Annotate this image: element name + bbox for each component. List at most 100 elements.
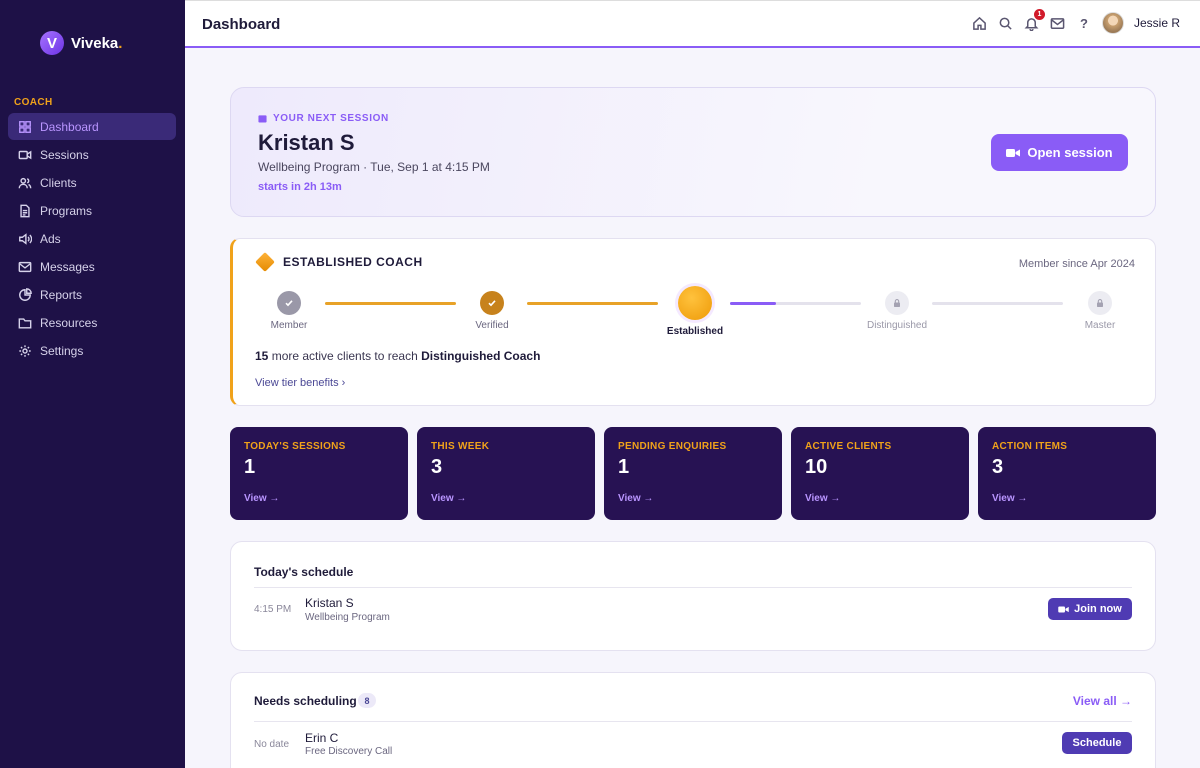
sidebar-item-resources[interactable]: Resources bbox=[8, 309, 176, 336]
top-bar-actions: 1 ? Jessie R bbox=[972, 9, 1180, 34]
row-time: 4:15 PM bbox=[254, 604, 292, 615]
row-program: Free Discovery Call bbox=[305, 746, 393, 757]
next-session-countdown: starts in 2h 13m bbox=[258, 181, 342, 193]
schedule-button[interactable]: Schedule bbox=[1062, 732, 1132, 754]
stat-view-link[interactable]: View → bbox=[992, 493, 1027, 504]
tier-progress-track: Member Verified Established Distinguishe… bbox=[255, 283, 1135, 343]
stat-card-todays-sessions[interactable]: TODAY'S SESSIONS 1 View → bbox=[230, 427, 408, 520]
tier-progress-fill bbox=[730, 302, 776, 305]
stat-card-this-week[interactable]: THIS WEEK 3 View → bbox=[417, 427, 595, 520]
next-session-client: Kristan S bbox=[258, 130, 355, 155]
row-program: Wellbeing Program bbox=[305, 612, 390, 623]
card-title: Today's schedule bbox=[254, 565, 354, 579]
next-session-card: YOUR NEXT SESSION Kristan S Wellbeing Pr… bbox=[230, 87, 1156, 217]
lock-icon bbox=[885, 291, 909, 315]
sidebar-item-settings[interactable]: Settings bbox=[8, 337, 176, 364]
users-icon bbox=[18, 176, 32, 190]
sidebar-item-ads[interactable]: Ads bbox=[8, 225, 176, 252]
sidebar-item-clients[interactable]: Clients bbox=[8, 169, 176, 196]
check-icon bbox=[277, 291, 301, 315]
calendar-icon bbox=[258, 115, 267, 123]
coach-tier-card: ESTABLISHED COACH Member since Apr 2024 … bbox=[230, 238, 1156, 406]
stat-card-action-items[interactable]: ACTION ITEMS 3 View → bbox=[978, 427, 1156, 520]
row-client-name: Kristan S bbox=[305, 596, 354, 610]
user-name[interactable]: Jessie R bbox=[1134, 16, 1180, 30]
stat-view-link[interactable]: View → bbox=[244, 493, 279, 504]
top-bar: Dashboard 1 ? Jessie R bbox=[185, 0, 1200, 48]
sidebar-item-sessions[interactable]: Sessions bbox=[8, 141, 176, 168]
brand-name: Viveka. bbox=[71, 34, 123, 52]
home-icon[interactable] bbox=[972, 15, 988, 31]
sidebar-item-label: Ads bbox=[40, 231, 61, 246]
tier-step-established: Established bbox=[655, 283, 735, 337]
notification-badge: 1 bbox=[1033, 9, 1045, 20]
sidebar-item-label: Messages bbox=[40, 259, 95, 274]
tier-step-distinguished: Distinguished bbox=[857, 283, 937, 331]
sidebar-item-label: Reports bbox=[40, 287, 83, 302]
stat-view-link[interactable]: View → bbox=[431, 493, 466, 504]
speaker-icon bbox=[18, 232, 32, 246]
sidebar-item-label: Resources bbox=[40, 315, 98, 330]
count-badge: 8 bbox=[358, 693, 376, 708]
tier-connector bbox=[730, 302, 861, 305]
tier-title: ESTABLISHED COACH bbox=[283, 255, 423, 269]
brand[interactable]: V Viveka. bbox=[40, 31, 122, 55]
stat-view-link[interactable]: View → bbox=[618, 493, 653, 504]
gear-icon bbox=[18, 344, 32, 358]
tier-step-member: Member bbox=[249, 283, 329, 331]
tier-step-master: Master bbox=[1060, 283, 1140, 331]
sidebar: V Viveka. COACH Dashboard Sessions Clien… bbox=[0, 0, 185, 768]
sidebar-item-label: Dashboard bbox=[40, 119, 99, 134]
brand-logo-icon: V bbox=[40, 31, 64, 55]
tier-connector bbox=[527, 302, 658, 305]
sidebar-item-label: Sessions bbox=[40, 147, 89, 162]
sidebar-item-messages[interactable]: Messages bbox=[8, 253, 176, 280]
stat-card-pending-enquiries[interactable]: PENDING ENQUIRIES 1 View → bbox=[604, 427, 782, 520]
needs-scheduling-card: Needs scheduling 8 View all → No date Er… bbox=[230, 672, 1156, 768]
video-icon bbox=[1058, 606, 1069, 612]
pie-chart-icon bbox=[18, 287, 32, 302]
folder-icon bbox=[18, 316, 32, 330]
view-all-link[interactable]: View all → bbox=[1073, 694, 1132, 708]
check-icon bbox=[480, 291, 504, 315]
mail-icon bbox=[18, 260, 32, 274]
mail-icon[interactable] bbox=[1050, 15, 1066, 31]
page-title: Dashboard bbox=[202, 16, 281, 33]
stat-view-link[interactable]: View → bbox=[805, 493, 840, 504]
divider bbox=[254, 587, 1132, 588]
video-icon bbox=[18, 148, 32, 162]
tier-connector bbox=[325, 302, 456, 305]
avatar[interactable] bbox=[1101, 12, 1124, 34]
bell-icon[interactable]: 1 bbox=[1024, 9, 1045, 31]
tier-connector bbox=[932, 302, 1063, 305]
join-now-button[interactable]: Join now bbox=[1048, 598, 1132, 620]
main-content: YOUR NEXT SESSION Kristan S Wellbeing Pr… bbox=[185, 50, 1200, 768]
help-icon[interactable]: ? bbox=[1076, 15, 1092, 31]
sidebar-item-reports[interactable]: Reports bbox=[8, 281, 176, 308]
open-session-button[interactable]: Open session bbox=[991, 134, 1128, 171]
current-tier-medal-icon bbox=[678, 286, 712, 320]
stats-row: TODAY'S SESSIONS 1 View → THIS WEEK 3 Vi… bbox=[230, 427, 1156, 520]
sidebar-nav: Dashboard Sessions Clients Programs Ads … bbox=[8, 113, 176, 365]
sidebar-item-dashboard[interactable]: Dashboard bbox=[8, 113, 176, 140]
grid-icon bbox=[18, 120, 32, 134]
next-session-detail: Wellbeing Program · Tue, Sep 1 at 4:15 P… bbox=[258, 160, 490, 174]
member-since: Member since Apr 2024 bbox=[1018, 258, 1135, 270]
sidebar-item-programs[interactable]: Programs bbox=[8, 197, 176, 224]
lock-icon bbox=[1088, 291, 1112, 315]
view-tier-benefits-link[interactable]: View tier benefits › bbox=[255, 377, 345, 389]
sidebar-item-label: Clients bbox=[40, 175, 77, 190]
diamond-icon bbox=[255, 252, 275, 272]
document-icon bbox=[18, 204, 32, 218]
search-icon[interactable] bbox=[998, 15, 1014, 31]
sidebar-item-label: Programs bbox=[40, 203, 93, 218]
todays-schedule-card: Today's schedule 4:15 PM Kristan S Wellb… bbox=[230, 541, 1156, 651]
row-client-name: Erin C bbox=[305, 731, 339, 745]
stat-card-active-clients[interactable]: ACTIVE CLIENTS 10 View → bbox=[791, 427, 969, 520]
tier-step-verified: Verified bbox=[452, 283, 532, 331]
card-title: Needs scheduling bbox=[254, 694, 357, 708]
tier-progress-text: 15 more active clients to reach Distingu… bbox=[255, 349, 541, 363]
tier-header: ESTABLISHED COACH bbox=[255, 252, 423, 272]
row-date: No date bbox=[254, 739, 290, 750]
sidebar-section-label: COACH bbox=[14, 97, 53, 108]
